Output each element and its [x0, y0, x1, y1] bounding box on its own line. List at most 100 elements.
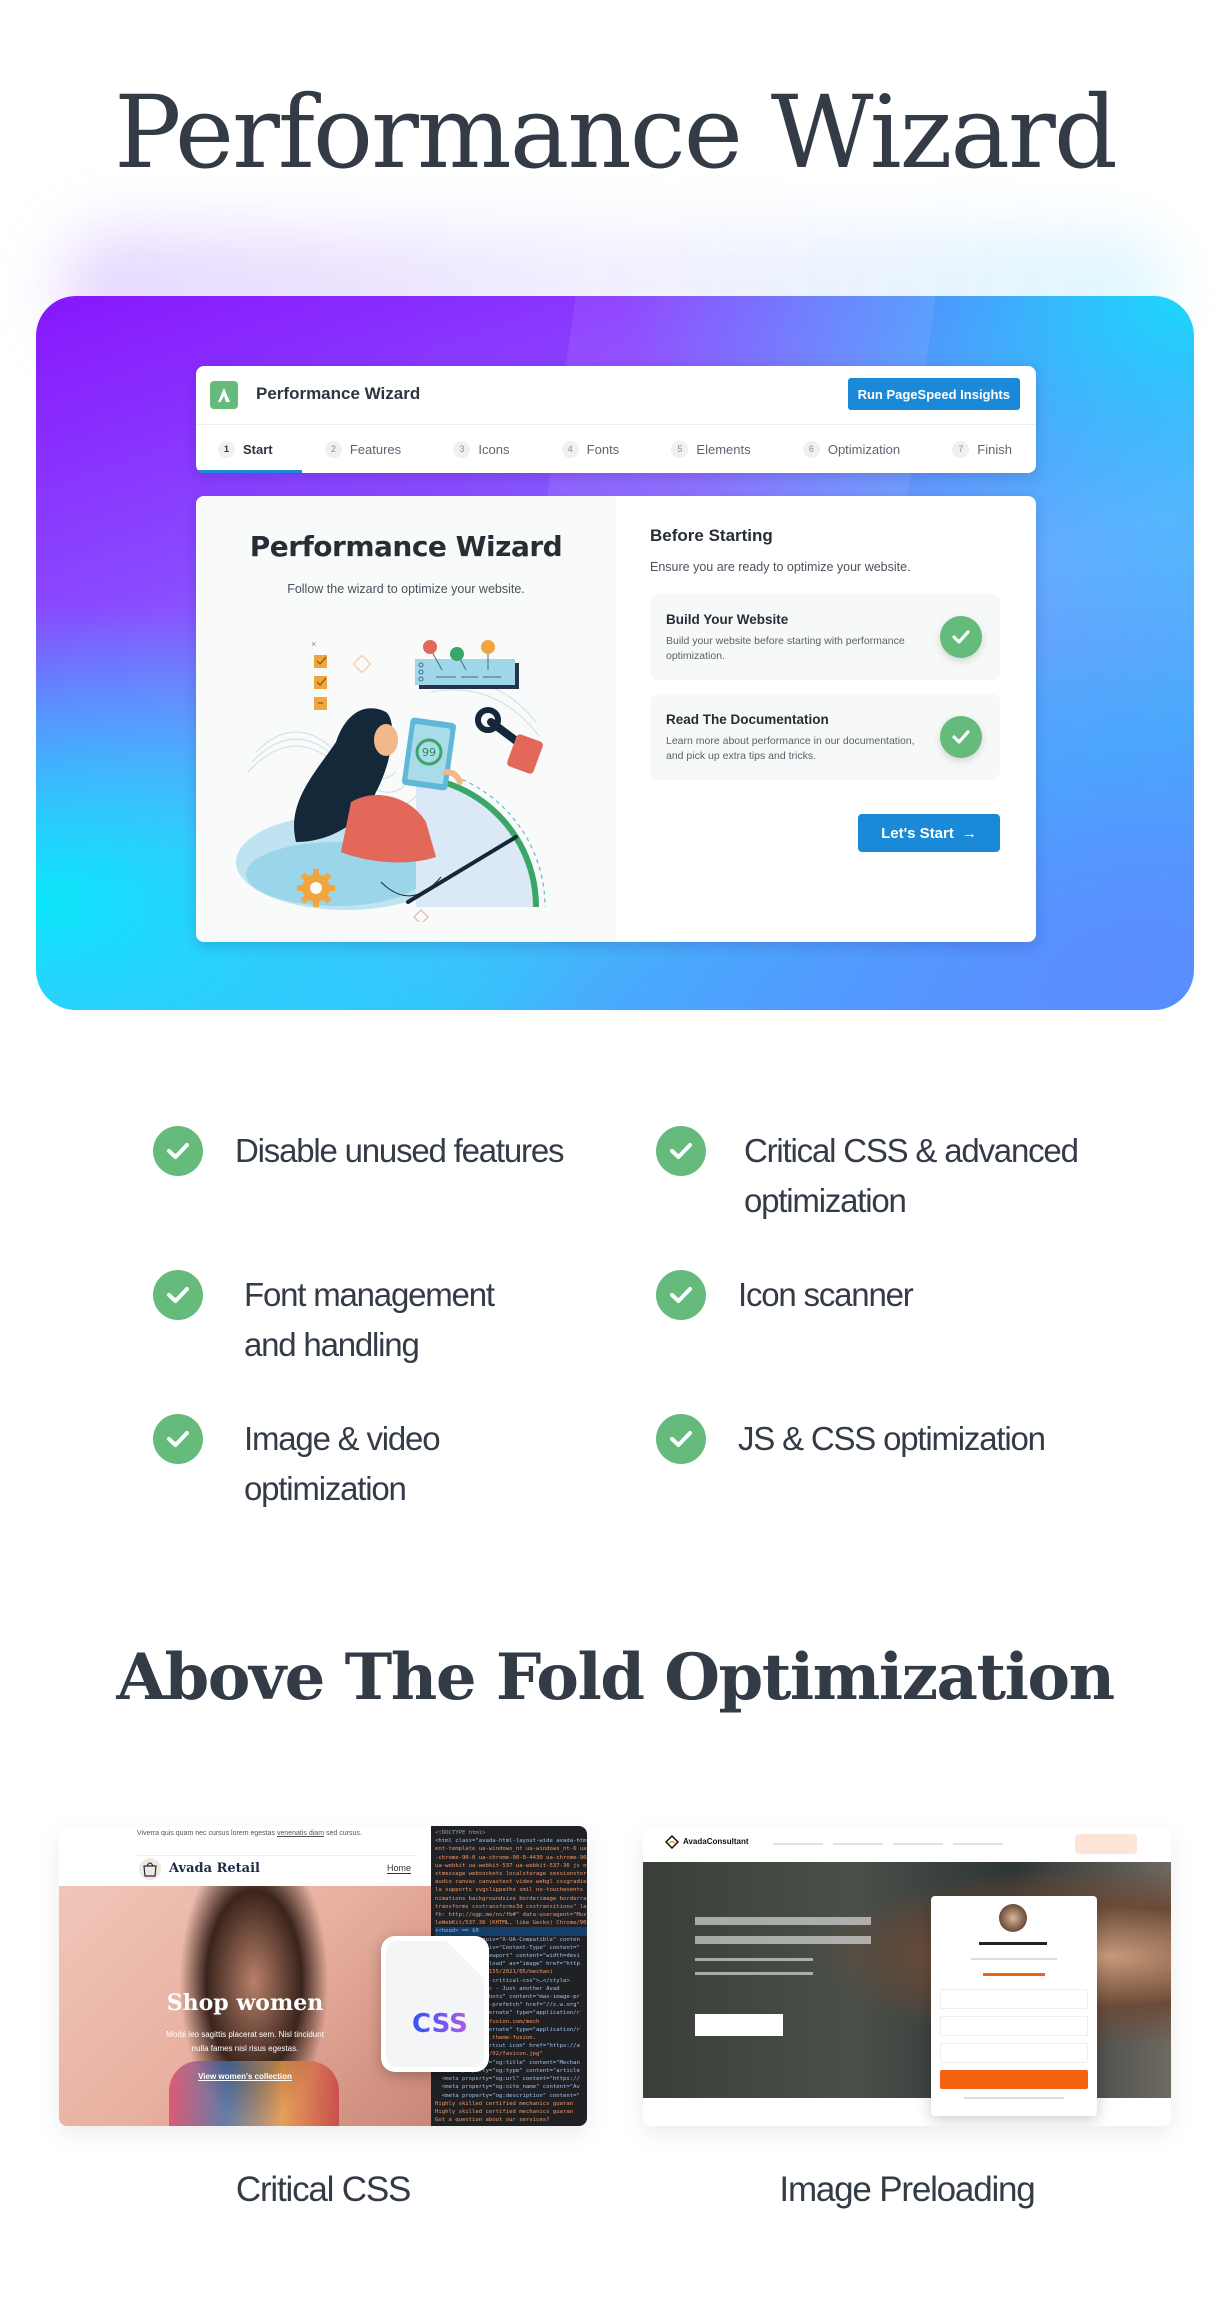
feature-text: Icon scanner — [738, 1270, 914, 1320]
wizard-header-top: Performance Wizard Run PageSpeed Insight… — [196, 366, 1036, 425]
css-file-icon: CSS — [381, 1936, 489, 2072]
step-optimization[interactable]: 6 Optimization — [802, 440, 901, 458]
feature-text: Font management and handling — [244, 1270, 495, 1370]
wizard-steps: 1 Start 2 Features 3 Icons 4 Fonts 5 Ele… — [196, 425, 1036, 473]
active-step-indicator — [196, 470, 302, 473]
step-number: 7 — [952, 440, 970, 458]
wizard-panel: Performance Wizard Follow the wizard to … — [196, 496, 1036, 942]
checkbox-icon — [314, 655, 327, 668]
checklist-title: Build Your Website — [666, 612, 789, 627]
checklist-item-build-website: Build Your Website Build your website be… — [650, 594, 1000, 680]
feature-line: Critical CSS & advanced — [744, 1132, 1079, 1169]
form-input[interactable] — [940, 1989, 1088, 2009]
step-number: 6 — [802, 440, 820, 458]
step-number: 4 — [561, 440, 579, 458]
shopping-bag-icon — [139, 1858, 161, 1880]
form-submit-button[interactable] — [940, 2070, 1088, 2089]
form-input[interactable] — [940, 2043, 1088, 2063]
caption-critical-css: Critical CSS — [235, 2170, 411, 2209]
view-collection-link[interactable]: View women's collection — [59, 2072, 431, 2081]
feature-item: Font management and handling — [153, 1270, 495, 1370]
feature-line: and handling — [244, 1326, 420, 1363]
code-line: audio canvas canvastext video webgl cssg… — [435, 1879, 587, 1886]
topbar-end: sed cursus. — [326, 1830, 362, 1837]
step-number: 1 — [218, 440, 235, 458]
check-circle-icon — [656, 1270, 706, 1320]
green-dot — [450, 647, 464, 661]
feature-line: Disable unused features — [235, 1132, 564, 1169]
code-line: transforms csstransforms3d csstransition… — [435, 1903, 587, 1910]
feature-line: Image & video — [244, 1420, 441, 1457]
feature-item: Icon scanner — [656, 1270, 914, 1320]
settings-card — [415, 659, 515, 685]
feature-item: Image & video optimization — [153, 1414, 441, 1514]
check-icon[interactable] — [940, 616, 982, 658]
consultant-logo-icon — [664, 1834, 680, 1850]
step-label: Optimization — [827, 441, 901, 457]
avatar — [999, 1904, 1027, 1932]
code-line: leWebKit/537.36 (KHTML, like Gecko) Chro… — [435, 1920, 587, 1927]
hero-cta-button[interactable] — [695, 2014, 783, 2036]
checklist-desc: Build your website before starting with … — [666, 635, 905, 662]
check-circle-icon — [153, 1270, 203, 1320]
consultant-site-header: AvadaConsultant — [643, 1826, 1171, 1862]
header-cta-button[interactable] — [1075, 1834, 1137, 1854]
step-label: Elements — [696, 441, 751, 457]
feature-line: optimization — [244, 1470, 407, 1507]
code-line: la supports svgclippaths smil no-touchev… — [435, 1887, 587, 1894]
hero-text-line: Morbi leo sagittis placerat sem. Nisl ti… — [166, 2030, 324, 2039]
retail-hero: Shop women Morbi leo sagittis placerat s… — [59, 1886, 431, 2126]
feature-text: Critical CSS & advanced optimization — [744, 1126, 1079, 1226]
step-features[interactable]: 2 Features — [324, 440, 402, 458]
topbar-link[interactable]: venenatis diam — [277, 1830, 324, 1837]
code-line: <meta property="og:site_name" content="A… — [435, 2084, 580, 2091]
hero-text: Morbi leo sagittis placerat sem. Nisl ti… — [59, 2028, 431, 2056]
lets-start-button[interactable]: Let's Start → — [858, 814, 1000, 852]
code-line: stmessage websockets localstorage sessio… — [435, 1871, 587, 1878]
nav-home[interactable]: Home — [387, 1863, 412, 1874]
step-icons[interactable]: 3 Icons — [453, 440, 509, 458]
code-line: Highly skilled certified mechanics guara… — [435, 2108, 574, 2115]
topbar-text: Viverra quis quam nec cursus lorem egest… — [137, 1830, 275, 1837]
step-fonts[interactable]: 4 Fonts — [561, 440, 620, 458]
step-label: Start — [243, 441, 273, 457]
step-elements[interactable]: 5 Elements — [671, 440, 751, 458]
feature-line: optimization — [744, 1182, 907, 1219]
contact-form-card — [931, 1896, 1097, 2116]
code-line: Got a question about our services? — [435, 2117, 550, 2124]
checklist-title: Read The Documentation — [666, 712, 829, 727]
critical-css-screenshot: Viverra quis quam nec cursus lorem egest… — [59, 1826, 587, 2126]
checklist-item-read-documentation: Read The Documentation Learn more about … — [650, 694, 1000, 780]
code-line: ua-webkit ua-webkit-537 ua-webkit-537-36… — [435, 1862, 587, 1869]
code-line: fb: http://ogp.me/ns/fb#" data-useragent… — [435, 1912, 587, 1919]
feature-line: JS & CSS optimization — [738, 1420, 1046, 1457]
consultant-brand: AvadaConsultant — [683, 1837, 749, 1846]
code-line: ▾<head> == $0 — [435, 1927, 587, 1936]
wizard-intro: Performance Wizard Follow the wizard to … — [196, 496, 616, 942]
check-circle-icon — [153, 1126, 203, 1176]
check-icon[interactable] — [940, 716, 982, 758]
wizard-header: Performance Wizard Run PageSpeed Insight… — [196, 366, 1036, 473]
gear-icon — [297, 869, 335, 907]
wizard-illustration: × 99 — [236, 639, 546, 922]
orange-dot — [481, 640, 495, 654]
app-title: Performance Wizard — [256, 384, 421, 403]
code-line: ent-template ua-windows_nt ua-windows_nt… — [435, 1846, 587, 1853]
step-label: Features — [349, 441, 402, 457]
run-pagespeed-insights-button[interactable]: Run PageSpeed Insights — [847, 378, 1020, 410]
score-text: 99 — [422, 746, 436, 759]
step-label: Fonts — [586, 441, 620, 457]
form-input[interactable] — [940, 2016, 1088, 2036]
step-finish[interactable]: 7 Finish — [952, 440, 1012, 458]
step-number: 5 — [671, 440, 689, 458]
retail-brand: Avada Retail — [169, 1861, 260, 1876]
step-label: Finish — [977, 441, 1012, 457]
feature-item: JS & CSS optimization — [656, 1414, 1046, 1464]
panel-title: Performance Wizard — [249, 530, 563, 563]
step-start[interactable]: 1 Start — [218, 440, 273, 458]
before-starting-title: Before Starting — [650, 526, 773, 545]
feature-item: Disable unused features — [153, 1126, 564, 1176]
feature-line: Font management — [244, 1276, 495, 1313]
code-line: Highly skilled certified mechanics guara… — [435, 2100, 574, 2107]
step-number: 2 — [324, 440, 342, 458]
